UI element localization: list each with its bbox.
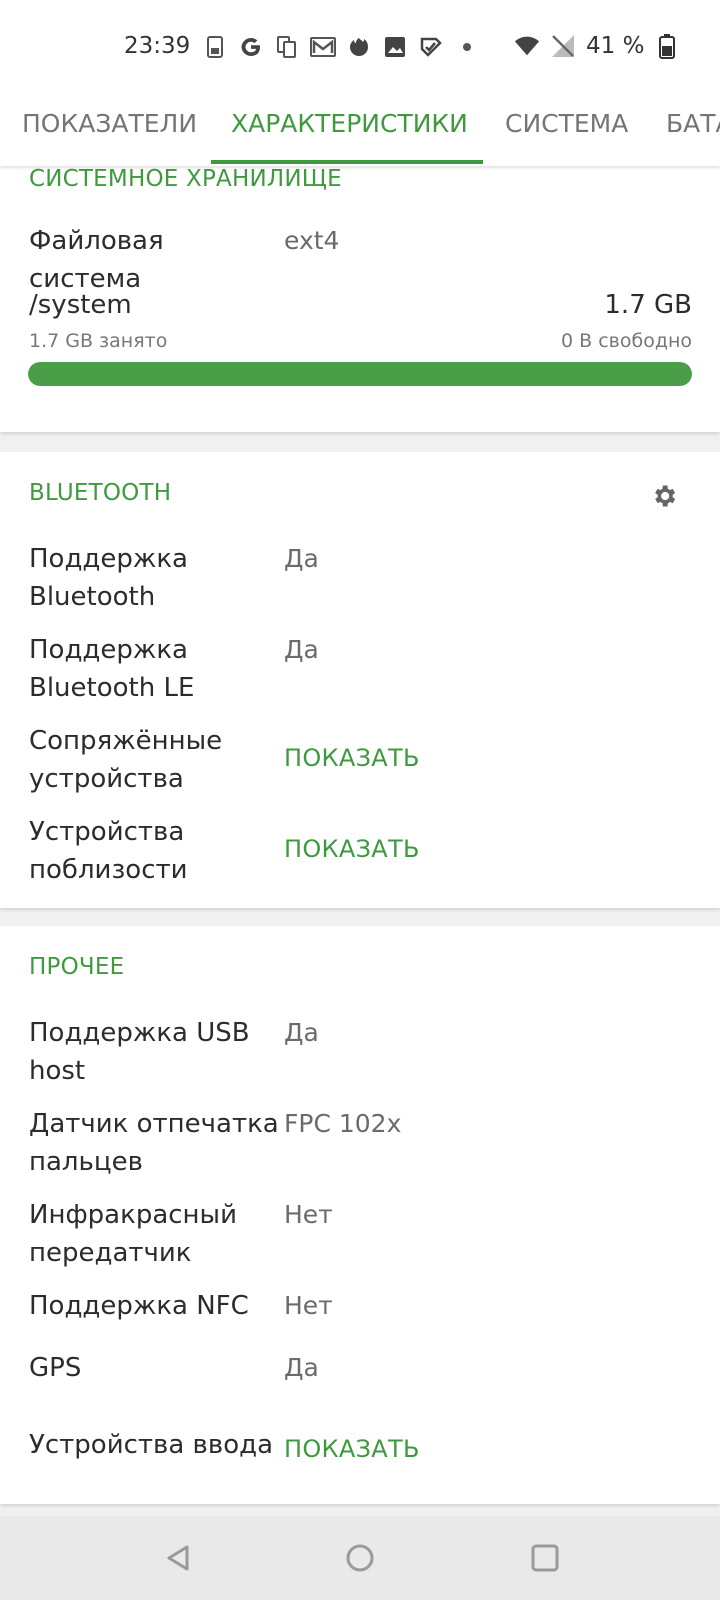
battery-percent: 41 % (586, 33, 645, 59)
storage-free: 0 B свободно (561, 330, 692, 352)
mail-icon (310, 34, 336, 60)
fingerprint-value: FPC 102x (284, 1109, 402, 1138)
bt-support-label: Поддержка Bluetooth (29, 544, 188, 612)
nfc-label: Поддержка NFC (29, 1291, 249, 1321)
recents-button[interactable] (523, 1536, 567, 1580)
usb-host-value: Да (284, 1018, 319, 1047)
fingerprint-label: Датчик отпечатка пальцев (29, 1109, 279, 1177)
input-devices-label: Устройства ввода (29, 1430, 274, 1460)
bluetooth-card: BLUETOOTH Поддержка Bluetooth Да Поддерж… (0, 452, 720, 908)
notification-icons (202, 34, 480, 60)
usb-host-label: Поддержка USB host (29, 1018, 250, 1086)
status-time: 23:39 (124, 33, 191, 59)
back-button[interactable] (156, 1536, 200, 1580)
battery-icon (654, 33, 680, 59)
wifi-icon (514, 33, 540, 59)
storage-progress-fill (28, 362, 692, 386)
storage-card: СИСТЕМНОЕ ХРАНИЛИЩЕ Файловая система ext… (0, 140, 720, 432)
tab-bar: ПОКАЗАТЕЛИ ХАРАКТЕРИСТИКИ СИСТЕМА БАТА (0, 92, 720, 166)
input-devices-show-button[interactable]: ПОКАЗАТЬ (284, 1435, 420, 1463)
bluetooth-section-title: BLUETOOTH (29, 480, 172, 506)
tab-indicator (211, 160, 483, 164)
storage-total: 1.7 GB (604, 290, 692, 320)
filesystem-value: ext4 (284, 226, 340, 255)
bt-le-value: Да (284, 635, 319, 664)
bt-support-value: Да (284, 544, 319, 573)
tab-battery[interactable]: БАТА (666, 92, 720, 166)
gear-icon[interactable] (650, 482, 678, 510)
back-icon (167, 1545, 189, 1571)
ir-value: Нет (284, 1200, 333, 1229)
sim-icon (202, 34, 228, 60)
other-section-title: ПРОЧЕЕ (29, 954, 125, 980)
storage-section-title: СИСТЕМНОЕ ХРАНИЛИЩЕ (29, 166, 342, 192)
nfc-value: Нет (284, 1291, 333, 1320)
gps-value: Да (284, 1353, 319, 1382)
tab-system[interactable]: СИСТЕМА (505, 92, 628, 166)
other-card: ПРОЧЕЕ Поддержка USB host Да Датчик отпе… (0, 926, 720, 1504)
no-signal-icon (550, 33, 576, 59)
copy-icon (274, 34, 300, 60)
recents-icon (531, 1544, 559, 1572)
storage-progress-bar (28, 362, 692, 386)
status-right: 41 % (514, 33, 680, 59)
ir-label: Инфракрасный передатчик (29, 1200, 237, 1268)
bt-nearby-label: Устройства поблизости (29, 817, 188, 885)
storage-name: /system (29, 290, 132, 320)
bt-nearby-show-button[interactable]: ПОКАЗАТЬ (284, 835, 420, 863)
bt-paired-label: Сопряжённые устройства (29, 726, 223, 794)
filesystem-label: Файловая система (29, 226, 164, 294)
tab-specs[interactable]: ХАРАКТЕРИСТИКИ (231, 92, 468, 166)
navigation-bar (0, 1516, 720, 1600)
bt-le-label: Поддержка Bluetooth LE (29, 635, 195, 703)
google-icon (238, 34, 264, 60)
gps-label: GPS (29, 1353, 82, 1383)
task-icon (418, 34, 444, 60)
dot-icon (454, 34, 480, 60)
home-button[interactable] (338, 1536, 382, 1580)
tab-indicators[interactable]: ПОКАЗАТЕЛИ (22, 92, 197, 166)
home-icon (346, 1544, 374, 1572)
firefox-icon (346, 34, 372, 60)
status-bar: 23:39 41 % (0, 0, 720, 92)
image-icon (382, 34, 408, 60)
bt-paired-show-button[interactable]: ПОКАЗАТЬ (284, 744, 420, 772)
storage-used: 1.7 GB занято (29, 330, 168, 352)
